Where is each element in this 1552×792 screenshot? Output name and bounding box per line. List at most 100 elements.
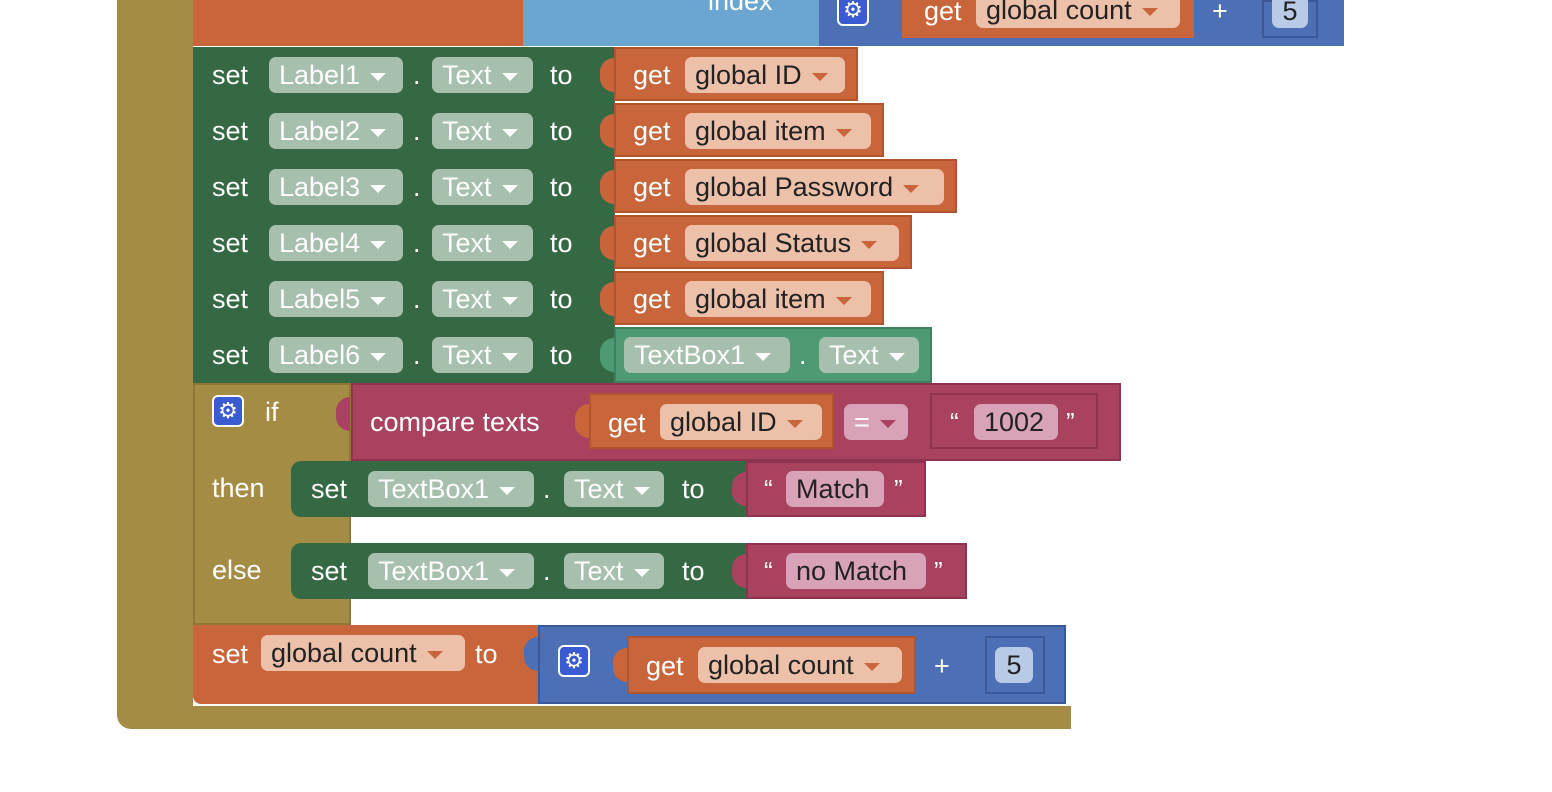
- number-field[interactable]: 5: [995, 647, 1033, 683]
- component-dropdown[interactable]: TextBox1: [368, 471, 534, 507]
- plus-operator: +: [934, 651, 950, 681]
- component-name: Label6: [279, 339, 361, 370]
- then-keyword: then: [212, 473, 265, 503]
- variable-dropdown[interactable]: global Status: [685, 225, 899, 261]
- top-get-label: get: [924, 0, 962, 26]
- component-dropdown[interactable]: Label2: [269, 113, 403, 149]
- close-quote: ”: [894, 474, 903, 504]
- set-keyword: set: [212, 639, 249, 669]
- variable-dropdown[interactable]: global item: [685, 113, 871, 149]
- set-keyword: set: [212, 60, 249, 90]
- variable-dropdown[interactable]: global count: [698, 647, 902, 683]
- property-name: Text: [442, 115, 492, 146]
- top-var-name: global count: [986, 0, 1132, 25]
- variable-name: global item: [695, 115, 826, 146]
- property-name: Text: [442, 283, 492, 314]
- chevron-down-icon: [370, 241, 387, 249]
- set-keyword: set: [311, 474, 348, 504]
- dot-separator: .: [413, 116, 421, 146]
- component-name: Label4: [279, 227, 361, 258]
- property-dropdown[interactable]: Text: [432, 57, 533, 93]
- to-keyword: to: [475, 639, 498, 669]
- chevron-down-icon: [501, 73, 518, 81]
- component-dropdown[interactable]: TextBox1: [368, 553, 534, 589]
- chevron-down-icon: [861, 241, 878, 249]
- text-literal-value: no Match: [796, 555, 908, 586]
- chevron-down-icon: [370, 129, 387, 137]
- text-literal-field[interactable]: Match: [786, 471, 884, 507]
- to-keyword: to: [550, 116, 573, 146]
- add-mutator-gear-icon[interactable]: ⚙: [558, 645, 590, 677]
- component-name: Label5: [279, 283, 361, 314]
- variable-name: global Password: [695, 171, 894, 202]
- compare-texts-label: compare texts: [370, 407, 540, 437]
- text-literal-field[interactable]: no Match: [786, 553, 926, 589]
- chevron-down-icon: [501, 353, 518, 361]
- component-dropdown[interactable]: Label5: [269, 281, 403, 317]
- dot-separator: .: [413, 284, 421, 314]
- to-keyword: to: [550, 172, 573, 202]
- get-keyword: get: [633, 284, 671, 314]
- chevron-down-icon: [786, 420, 803, 428]
- component-dropdown[interactable]: Label4: [269, 225, 403, 261]
- property-dropdown[interactable]: Text: [432, 169, 533, 205]
- property-dropdown[interactable]: Text: [564, 553, 664, 589]
- if-mutator-gear-icon[interactable]: ⚙: [212, 395, 244, 427]
- property-name: Text: [442, 339, 492, 370]
- set-keyword: set: [212, 340, 249, 370]
- property-name: Text: [442, 171, 492, 202]
- variable-dropdown[interactable]: global ID: [660, 404, 822, 440]
- to-keyword: to: [550, 228, 573, 258]
- chevron-down-icon: [426, 651, 443, 659]
- variable-name: global count: [271, 637, 417, 668]
- index-label: index: [708, 0, 773, 16]
- property-name: Text: [574, 555, 624, 586]
- component-dropdown[interactable]: Label3: [269, 169, 403, 205]
- chevron-down-icon: [370, 73, 387, 81]
- variable-name: global count: [708, 649, 854, 680]
- component-dropdown[interactable]: Label1: [269, 57, 403, 93]
- variable-name: global ID: [695, 59, 802, 90]
- variable-dropdown[interactable]: global Password: [685, 169, 944, 205]
- get-keyword: get: [633, 228, 671, 258]
- operator-symbol: =: [854, 406, 870, 437]
- source-component-name: TextBox1: [634, 339, 746, 370]
- variable-name: global ID: [670, 406, 777, 437]
- top-var-dropdown[interactable]: global count: [976, 0, 1180, 28]
- property-dropdown[interactable]: Text: [432, 113, 533, 149]
- operator-dropdown[interactable]: =: [844, 404, 908, 440]
- text-literal-value: Match: [796, 473, 870, 504]
- property-dropdown[interactable]: Text: [432, 337, 533, 373]
- top-list-block[interactable]: [523, 0, 819, 46]
- chevron-down-icon: [811, 73, 828, 81]
- top-number-field[interactable]: 5: [1272, 0, 1308, 28]
- property-name: Text: [442, 59, 492, 90]
- event-block-bottom-bar: [117, 706, 1071, 729]
- get-keyword: get: [633, 60, 671, 90]
- top-plus-label: +: [1212, 0, 1228, 26]
- chevron-down-icon: [903, 185, 920, 193]
- top-mutator-gear-icon[interactable]: ⚙: [837, 0, 869, 26]
- open-quote: “: [764, 474, 773, 504]
- component-dropdown[interactable]: Label6: [269, 337, 403, 373]
- top-variable-block[interactable]: [193, 0, 523, 46]
- event-block-frame[interactable]: [117, 0, 193, 728]
- chevron-down-icon: [755, 353, 772, 361]
- dot-separator: .: [413, 228, 421, 258]
- chevron-down-icon: [879, 420, 896, 428]
- chevron-down-icon: [888, 353, 905, 361]
- variable-dropdown[interactable]: global item: [685, 281, 871, 317]
- chevron-down-icon: [501, 241, 518, 249]
- property-dropdown[interactable]: Text: [432, 281, 533, 317]
- chevron-down-icon: [370, 353, 387, 361]
- variable-dropdown[interactable]: global ID: [685, 57, 845, 93]
- variable-name: global Status: [695, 227, 852, 258]
- text-literal-field[interactable]: 1002: [974, 404, 1058, 440]
- to-keyword: to: [550, 60, 573, 90]
- set-keyword: set: [212, 116, 249, 146]
- source-property-dropdown[interactable]: Text: [819, 337, 919, 373]
- property-dropdown[interactable]: Text: [432, 225, 533, 261]
- variable-dropdown[interactable]: global count: [261, 635, 465, 671]
- source-component-dropdown[interactable]: TextBox1: [624, 337, 790, 373]
- property-dropdown[interactable]: Text: [564, 471, 664, 507]
